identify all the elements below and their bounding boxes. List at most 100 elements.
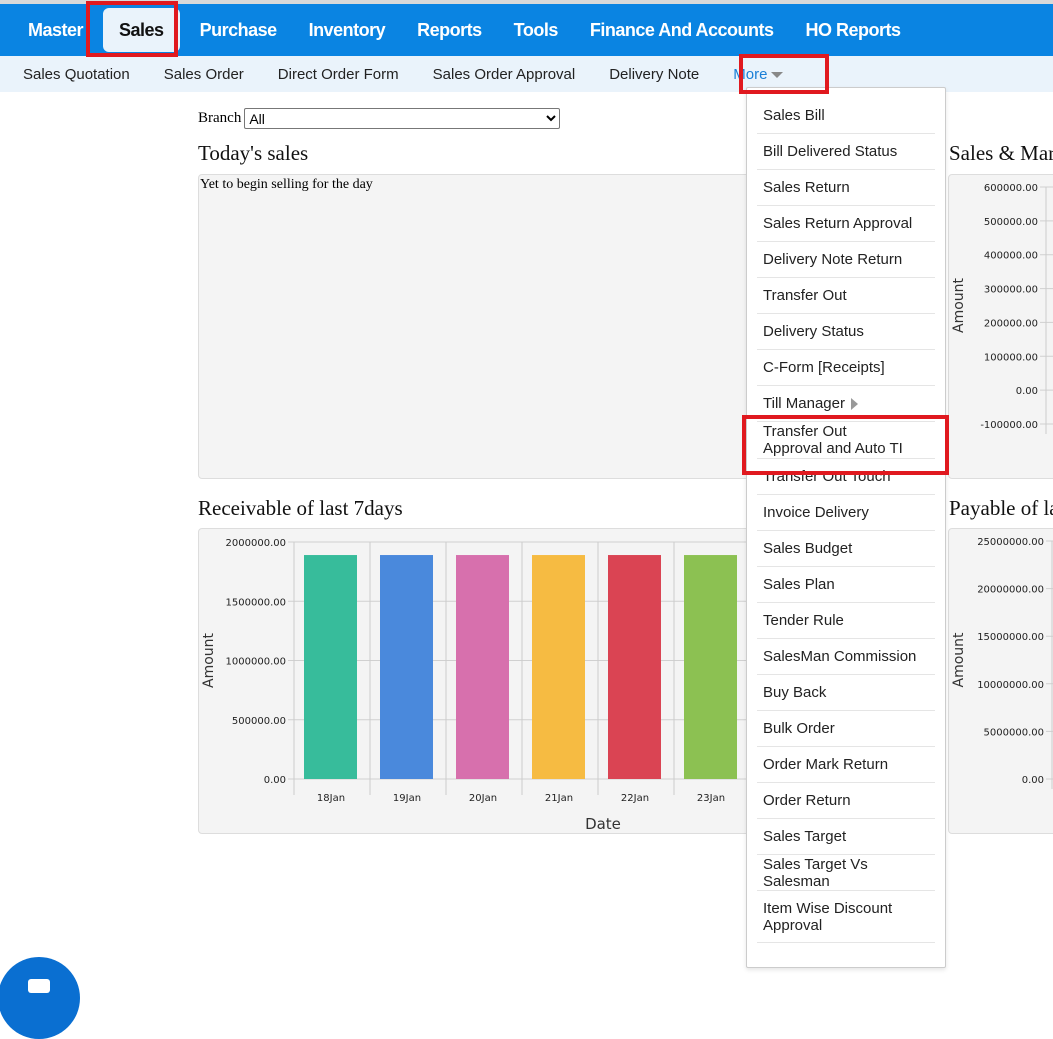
menu-item-bill-delivered-status[interactable]: Bill Delivered Status <box>757 134 935 170</box>
payable-title: Payable of la <box>949 496 1053 520</box>
menu-item-order-mark-return[interactable]: Order Mark Return <box>757 747 935 783</box>
y-tick-label: -100000.00 <box>980 420 1038 431</box>
menu-item-c-form-receipts[interactable]: C-Form [Receipts] <box>757 350 935 386</box>
menu-item-delivery-note-return[interactable]: Delivery Note Return <box>757 242 935 278</box>
menu-item-tender-rule[interactable]: Tender Rule <box>757 603 935 639</box>
chat-button[interactable] <box>0 957 80 1039</box>
x-tick-label: 18Jan <box>317 793 345 804</box>
nav-tools[interactable]: Tools <box>498 8 574 52</box>
menu-item-sales-bill[interactable]: Sales Bill <box>757 98 935 134</box>
bar-19Jan <box>380 555 433 779</box>
menu-item-transfer-out-approval-and-auto-ti[interactable]: Transfer Out Approval and Auto TI <box>757 422 935 459</box>
menu-item-label: Order Mark Return <box>763 756 889 773</box>
menu-item-label: Item Wise Discount Approval <box>763 899 893 934</box>
subnav-more[interactable]: More <box>716 66 800 83</box>
y-tick-label: 100000.00 <box>984 352 1038 363</box>
subnav-sales-quotation[interactable]: Sales Quotation <box>6 66 147 83</box>
menu-item-item-wise-discount-approval[interactable]: Item Wise Discount Approval <box>757 891 935 943</box>
receivable-title: Receivable of last 7days <box>198 496 403 520</box>
y-axis-label: Amount <box>201 632 217 688</box>
y-tick-label: 300000.00 <box>984 285 1038 296</box>
menu-item-label: C-Form [Receipts] <box>763 359 885 376</box>
menu-item-transfer-out[interactable]: Transfer Out <box>757 278 935 314</box>
y-tick-label: 200000.00 <box>984 318 1038 329</box>
menu-item-label: Delivery Status <box>763 323 864 340</box>
nav-master[interactable]: Master <box>12 8 99 52</box>
y-tick-label: 5000000.00 <box>984 727 1044 738</box>
bar-21Jan <box>532 555 585 779</box>
y-axis-label: Amount <box>951 277 967 333</box>
y-tick-label: 0.00 <box>1022 775 1044 786</box>
y-tick-label: 1000000.00 <box>226 657 286 668</box>
x-tick-label: 21Jan <box>545 793 573 804</box>
bar-18Jan <box>304 555 357 779</box>
more-dropdown-menu: Sales Bill Bill Delivered Status Sales Ret… <box>746 87 946 968</box>
y-axis-label: Amount <box>951 632 967 688</box>
bar-23Jan <box>684 555 737 779</box>
menu-item-label: Sales Return Approval <box>763 215 913 232</box>
menu-item-label: Tender Rule <box>763 612 844 629</box>
sales-margin-title: Sales & Mar <box>949 141 1053 165</box>
menu-item-label: Delivery Note Return <box>763 251 903 268</box>
y-tick-label: 500000.00 <box>232 716 286 727</box>
menu-item-label: SalesMan Commission <box>763 648 917 665</box>
y-tick-label: 1500000.00 <box>226 597 286 608</box>
bar-20Jan <box>456 555 509 779</box>
menu-item-sales-plan[interactable]: Sales Plan <box>757 567 935 603</box>
menu-item-buy-back[interactable]: Buy Back <box>757 675 935 711</box>
sales-margin-panel: -100000.00 0.00 100000.00 200000.00 300000.0… <box>948 174 1053 479</box>
nav-ho-reports[interactable]: HO Reports <box>790 8 917 52</box>
menu-item-label: Till Manager <box>763 395 845 412</box>
menu-item-sales-budget[interactable]: Sales Budget <box>757 531 935 567</box>
menu-item-till-manager[interactable]: Till Manager <box>757 386 935 422</box>
y-tick-label: 20000000.00 <box>977 585 1044 596</box>
menu-item-sales-target[interactable]: Sales Target <box>757 819 935 855</box>
menu-item-label: Buy Back <box>763 684 827 701</box>
nav-finance-and-accounts[interactable]: Finance And Accounts <box>574 8 790 52</box>
menu-item-sales-return[interactable]: Sales Return <box>757 170 935 206</box>
subnav-delivery-note[interactable]: Delivery Note <box>592 66 716 83</box>
submenu-arrow-icon <box>850 397 858 410</box>
menu-item-invoice-delivery[interactable]: Invoice Delivery <box>757 495 935 531</box>
y-tick-label: 600000.00 <box>984 183 1038 194</box>
branch-select[interactable]: All <box>244 108 561 129</box>
menu-item-label: Sales Target <box>763 828 847 845</box>
subnav-sales-order[interactable]: Sales Order <box>147 66 261 83</box>
menu-item-label: Transfer Out Touch <box>763 468 891 485</box>
menu-item-bulk-order[interactable]: Bulk Order <box>757 711 935 747</box>
bar-22Jan <box>608 555 661 779</box>
menu-item-delivery-status[interactable]: Delivery Status <box>757 314 935 350</box>
menu-item-sales-target-vs-salesman[interactable]: Sales Target Vs Salesman <box>757 855 935 891</box>
nav-sales[interactable]: Sales <box>103 8 180 52</box>
caret-down-icon <box>771 71 784 78</box>
y-tick-label: 2000000.00 <box>226 538 286 549</box>
more-label: More <box>733 65 768 83</box>
x-tick-label: 22Jan <box>621 793 649 804</box>
nav-purchase[interactable]: Purchase <box>184 8 293 52</box>
menu-item-salesman-commission[interactable]: SalesMan Commission <box>757 639 935 675</box>
subnav-direct-order-form[interactable]: Direct Order Form <box>261 66 416 83</box>
nav-reports[interactable]: Reports <box>401 8 498 52</box>
menu-item-label: Sales Bill <box>763 107 825 124</box>
x-tick-label: 19Jan <box>393 793 421 804</box>
menu-item-label: Sales Budget <box>763 540 853 557</box>
menu-item-order-return[interactable]: Order Return <box>757 783 935 819</box>
menu-item-sales-return-approval[interactable]: Sales Return Approval <box>757 206 935 242</box>
nav-inventory[interactable]: Inventory <box>293 8 402 52</box>
y-tick-label: 15000000.00 <box>977 632 1044 643</box>
y-tick-label: 25000000.00 <box>977 537 1044 548</box>
menu-item-label: Bulk Order <box>763 720 835 737</box>
menu-item-label: Transfer Out <box>763 287 847 304</box>
branch-filter: Branch All <box>198 108 561 129</box>
payable-panel: 0.00 5000000.00 10000000.00 15000000.00 2000… <box>948 528 1053 834</box>
y-tick-label: 400000.00 <box>984 251 1038 262</box>
menu-item-label: Sales Plan <box>763 576 835 593</box>
x-tick-label: 23Jan <box>697 793 725 804</box>
menu-item-label: Sales Return <box>763 179 850 196</box>
y-tick-label: 0.00 <box>264 775 286 786</box>
x-tick-label: 20Jan <box>469 793 497 804</box>
x-axis-label: Date <box>585 815 621 833</box>
subnav-sales-order-approval[interactable]: Sales Order Approval <box>416 66 593 83</box>
menu-item-transfer-out-touch[interactable]: Transfer Out Touch <box>757 459 935 495</box>
y-tick-label: 0.00 <box>1016 386 1038 397</box>
